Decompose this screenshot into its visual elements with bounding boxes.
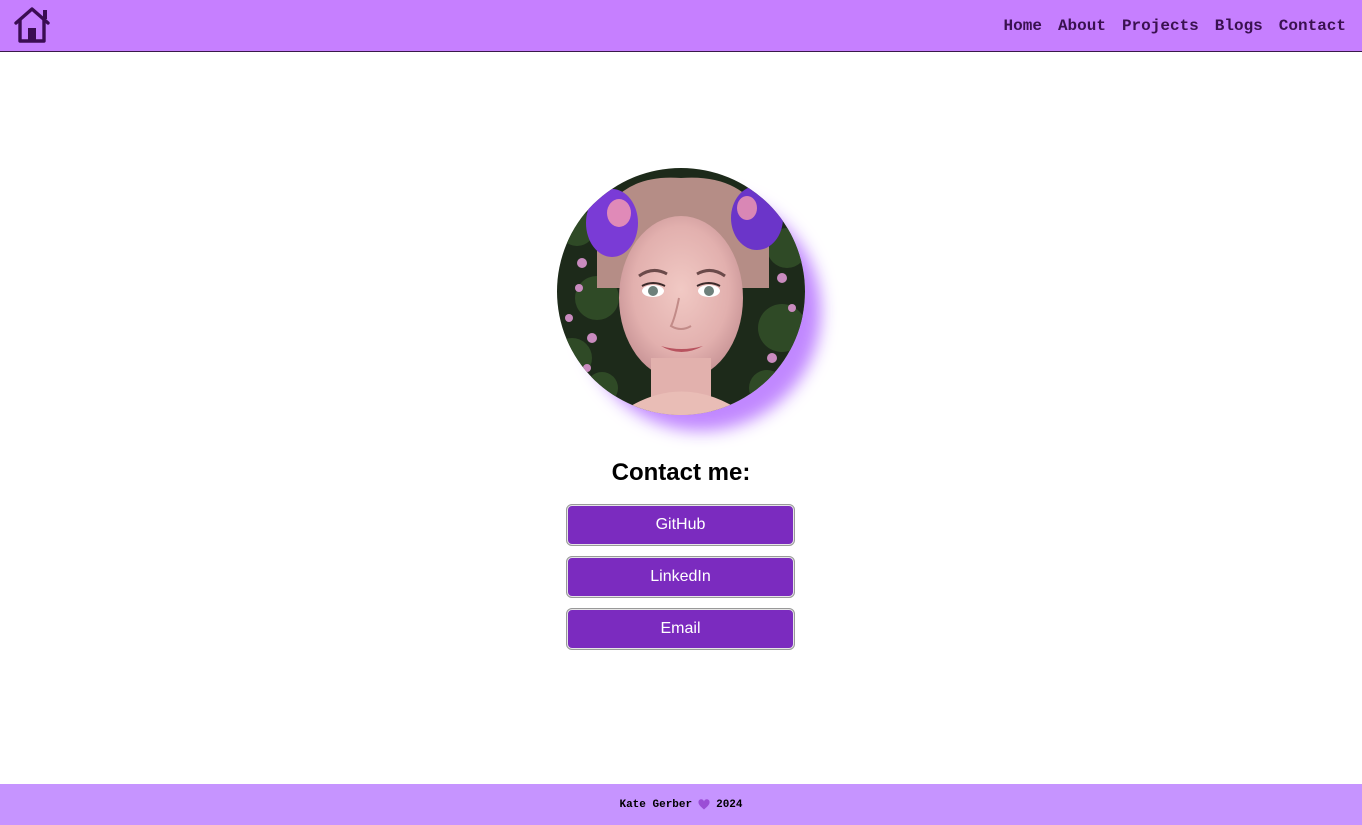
nav-links: Home About Projects Blogs Contact <box>1004 0 1346 52</box>
profile-photo-illustration <box>557 168 805 415</box>
nav-link-home[interactable]: Home <box>1004 17 1042 35</box>
email-button[interactable]: Email <box>566 608 795 650</box>
home-icon <box>14 7 50 43</box>
footer-year: 2024 <box>716 798 743 811</box>
top-navbar: Home About Projects Blogs Contact <box>0 0 1362 52</box>
footer: Kate Gerber 2024 <box>0 784 1362 825</box>
github-button[interactable]: GitHub <box>566 504 795 546</box>
nav-link-contact[interactable]: Contact <box>1279 17 1346 35</box>
profile-photo <box>557 168 805 415</box>
nav-link-about[interactable]: About <box>1058 17 1106 35</box>
linkedin-button[interactable]: LinkedIn <box>566 556 795 598</box>
footer-name: Kate Gerber <box>619 798 693 811</box>
home-icon-link[interactable] <box>13 6 51 44</box>
purple-heart-icon <box>698 798 710 811</box>
contact-title: Contact me: <box>611 459 751 486</box>
nav-link-projects[interactable]: Projects <box>1122 17 1199 35</box>
nav-link-blogs[interactable]: Blogs <box>1215 17 1263 35</box>
